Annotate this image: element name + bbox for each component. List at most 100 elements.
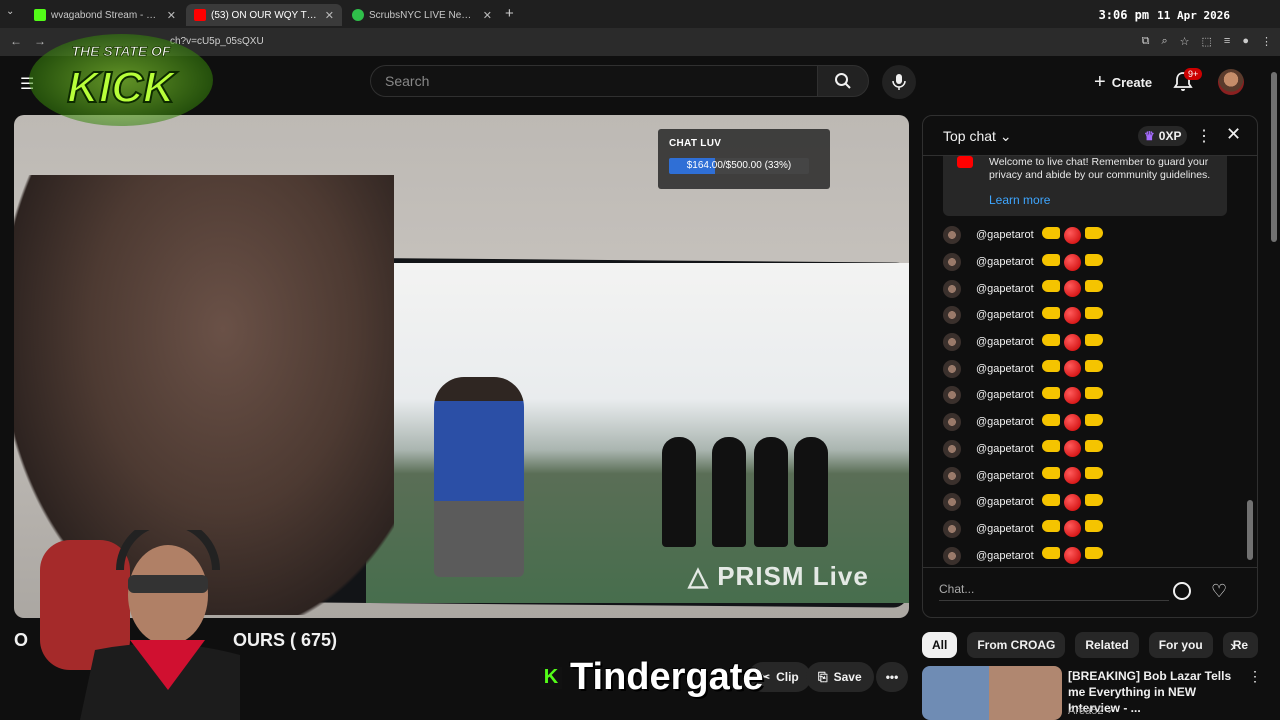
chat-author[interactable]: @gapetarot — [976, 550, 1034, 562]
microphone-icon — [892, 74, 906, 90]
filter-chip[interactable]: For you — [1148, 632, 1213, 658]
more-horizontal-icon: ••• — [885, 670, 899, 684]
close-tab-icon[interactable]: ✕ — [167, 9, 176, 22]
chat-author[interactable]: @gapetarot — [976, 389, 1034, 401]
chat-message: @gapetarot — [943, 462, 1103, 489]
close-tab-icon[interactable]: ✕ — [325, 9, 334, 22]
user-avatar[interactable] — [943, 546, 961, 565]
reporter-figure — [434, 377, 524, 577]
video-thumbnail[interactable] — [922, 666, 1062, 720]
emoji-group — [1041, 253, 1103, 271]
clock-time: 3:06 pm — [1098, 8, 1150, 22]
pointing-hand-icon — [1041, 520, 1060, 533]
address-bar-icons: ⧉ ⌕ ☆ ⬚ ≡ ● ⋮ — [1142, 35, 1272, 48]
chat-menu-icon[interactable]: ⋮ — [1196, 126, 1212, 146]
chat-author[interactable]: @gapetarot — [976, 229, 1034, 241]
red-circle-icon — [1063, 520, 1081, 538]
heart-icon[interactable]: ♡ — [1211, 581, 1227, 602]
channel-name[interactable]: Area52 — [1068, 705, 1103, 717]
chat-author[interactable]: @gapetarot — [976, 523, 1034, 535]
filter-chip[interactable]: Related — [1075, 632, 1139, 658]
user-avatar[interactable] — [943, 253, 961, 272]
extensions-icon[interactable]: ⬚ — [1202, 35, 1212, 48]
profile-icon[interactable]: ● — [1242, 35, 1249, 48]
save-label: Save — [833, 670, 862, 684]
search-button[interactable] — [817, 65, 869, 97]
top-chat-label: Top chat — [943, 128, 996, 144]
account-avatar[interactable] — [1218, 69, 1244, 95]
top-chat-dropdown[interactable]: Top chat ⌄ — [943, 128, 1012, 145]
video-menu-icon[interactable]: ⋮ — [1248, 668, 1262, 685]
voice-search-button[interactable] — [882, 65, 916, 99]
install-icon[interactable]: ⧉ — [1142, 35, 1150, 48]
user-avatar[interactable] — [943, 359, 961, 378]
user-avatar[interactable] — [943, 386, 961, 405]
media-icon[interactable]: ≡ — [1224, 35, 1230, 48]
browser-tab-3[interactable]: ScrubsNYC LIVE New York ✕ — [344, 4, 500, 26]
create-label: Create — [1111, 74, 1153, 90]
pointing-hand-icon — [1084, 493, 1103, 506]
back-icon[interactable]: ← — [10, 34, 22, 48]
chat-scrollbar[interactable] — [1247, 160, 1253, 565]
red-circle-icon — [1063, 226, 1081, 244]
user-avatar[interactable] — [943, 279, 961, 298]
chat-author[interactable]: @gapetarot — [976, 256, 1034, 268]
more-actions-button[interactable]: ••• — [876, 662, 908, 692]
chat-author[interactable]: @gapetarot — [976, 336, 1034, 348]
xp-badge[interactable]: ♛ 0XP — [1138, 126, 1188, 146]
user-avatar[interactable] — [943, 519, 961, 538]
emoji-icon[interactable] — [1173, 582, 1191, 600]
user-avatar[interactable] — [943, 466, 961, 485]
search-input[interactable]: Search — [370, 65, 818, 97]
browser-menu-icon[interactable]: ⋮ — [1261, 35, 1272, 48]
emoji-group — [1041, 333, 1103, 351]
chat-author[interactable]: @gapetarot — [976, 309, 1034, 321]
chat-author[interactable]: @gapetarot — [976, 416, 1034, 428]
user-avatar[interactable] — [943, 493, 961, 512]
recommended-video[interactable]: [BREAKING] Bob Lazar Tells me Everything… — [922, 666, 1262, 720]
tab-list-chevron-icon[interactable]: ⌄ — [6, 6, 14, 17]
chat-input[interactable]: Chat... — [939, 582, 1169, 601]
emoji-group — [1041, 306, 1103, 324]
close-tab-icon[interactable]: ✕ — [483, 9, 492, 22]
chevron-right-icon[interactable]: › — [1230, 638, 1235, 656]
live-chat-panel: Top chat ⌄ ♛ 0XP ⋮ ✕ Welcome to live cha… — [922, 115, 1258, 618]
pointing-hand-icon — [1084, 440, 1103, 453]
chat-message: @gapetarot — [943, 542, 1103, 569]
recommended-video-channel: Area52 ✓ — [1068, 704, 1116, 717]
search-icon — [835, 73, 851, 89]
create-button[interactable]: + Create — [1082, 66, 1164, 98]
filter-chip[interactable]: All — [922, 632, 958, 658]
chat-author[interactable]: @gapetarot — [976, 443, 1034, 455]
chat-author[interactable]: @gapetarot — [976, 470, 1034, 482]
chat-scroll-thumb[interactable] — [1247, 500, 1253, 560]
red-circle-icon — [1063, 360, 1081, 378]
chat-author[interactable]: @gapetarot — [976, 496, 1034, 508]
bookmark-star-icon[interactable]: ☆ — [1180, 35, 1190, 48]
red-circle-icon — [1063, 333, 1081, 351]
pointing-hand-icon — [1084, 547, 1103, 560]
learn-more-link[interactable]: Learn more — [989, 194, 1217, 207]
chat-author[interactable]: @gapetarot — [976, 283, 1034, 295]
prism-live-watermark: △ PRISM Live — [688, 561, 869, 592]
red-circle-icon — [1063, 306, 1081, 324]
user-avatar[interactable] — [943, 226, 961, 245]
new-tab-button[interactable]: + — [505, 5, 514, 22]
filter-chip[interactable]: Re — [1222, 632, 1259, 658]
user-avatar[interactable] — [943, 439, 961, 458]
tindergate-overlay: K Tindergate — [540, 656, 764, 699]
user-avatar[interactable] — [943, 333, 961, 352]
zoom-icon[interactable]: ⌕ — [1161, 35, 1167, 48]
user-avatar[interactable] — [943, 306, 961, 325]
chat-author[interactable]: @gapetarot — [976, 363, 1034, 375]
page-scrollbar[interactable] — [1270, 62, 1278, 242]
save-button[interactable]: ⎘ Save — [806, 662, 874, 692]
red-circle-icon — [1063, 253, 1081, 271]
tindergate-text: Tindergate — [570, 656, 764, 698]
close-chat-icon[interactable]: ✕ — [1226, 124, 1241, 145]
filter-chip[interactable]: From CROAG — [967, 632, 1066, 658]
pointing-hand-icon — [1084, 226, 1103, 239]
user-avatar[interactable] — [943, 413, 961, 432]
emoji-group — [1041, 520, 1103, 538]
page-scroll-thumb[interactable] — [1271, 72, 1277, 242]
